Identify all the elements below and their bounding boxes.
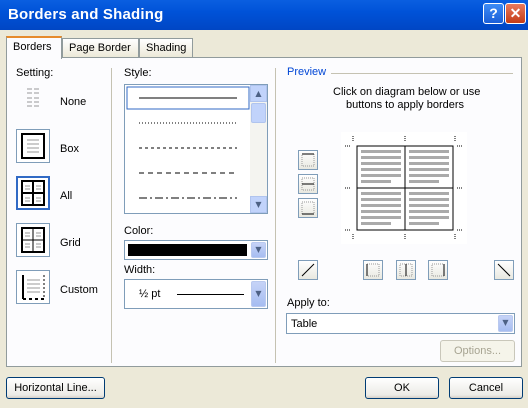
column-divider-right — [275, 68, 276, 363]
setting-none-option[interactable] — [16, 80, 50, 114]
border-bottom-icon — [301, 201, 315, 215]
preview-instruction-line2: buttons to apply borders — [346, 99, 465, 111]
color-swatch — [128, 244, 247, 256]
setting-custom-option[interactable] — [16, 270, 50, 304]
setting-label: Setting: — [16, 67, 54, 79]
chevron-up-icon: ▲ — [255, 89, 262, 98]
apply-to-value: Table — [291, 318, 318, 330]
close-button[interactable]: ✕ — [505, 3, 526, 24]
apply-to-dropdown[interactable]: Table ▼ — [286, 313, 515, 334]
cancel-button[interactable]: Cancel — [449, 377, 523, 399]
horizontal-line-button-label: Horizontal Line... — [14, 382, 97, 394]
column-divider-left — [111, 68, 112, 363]
setting-box-label: Box — [60, 143, 79, 155]
border-box-icon — [21, 133, 45, 159]
color-dropdown[interactable]: ▼ — [124, 240, 268, 260]
tab-page-border[interactable]: Page Border — [62, 38, 139, 57]
width-dropdown-button[interactable]: ▼ — [251, 281, 266, 307]
apply-to-dropdown-button[interactable]: ▼ — [498, 315, 513, 332]
border-inside-vertical-icon — [399, 263, 413, 277]
width-dropdown[interactable]: ½ pt ▼ — [124, 279, 268, 309]
window-title: Borders and Shading — [8, 6, 164, 23]
left-border-button[interactable] — [363, 260, 383, 280]
setting-grid-option[interactable] — [16, 223, 50, 257]
ok-button-label: OK — [394, 382, 410, 394]
border-inside-horizontal-icon — [301, 177, 315, 191]
scroll-thumb[interactable] — [251, 103, 266, 123]
border-none-icon — [27, 88, 39, 107]
top-border-button[interactable] — [298, 150, 318, 170]
style-listbox[interactable]: ▲ ▼ — [124, 84, 268, 214]
close-icon: ✕ — [509, 5, 522, 21]
border-grid-icon — [21, 227, 45, 253]
right-border-button[interactable] — [428, 260, 448, 280]
ok-button[interactable]: OK — [365, 377, 439, 399]
width-value: ½ pt — [139, 288, 161, 300]
tab-borders-label: Borders — [13, 41, 52, 53]
preview-table-diagram — [345, 136, 463, 240]
options-button[interactable]: Options... — [440, 340, 515, 362]
width-label: Width: — [124, 264, 156, 276]
diagonal-down-border-button[interactable] — [298, 260, 318, 280]
tab-shading[interactable]: Shading — [139, 38, 193, 57]
bottom-border-button[interactable] — [298, 198, 318, 218]
style-label: Style: — [124, 67, 152, 79]
border-top-icon — [301, 153, 315, 167]
diagonal-up-border-button[interactable] — [494, 260, 514, 280]
border-all-icon — [21, 180, 45, 206]
border-diagonal-down-icon — [497, 263, 511, 277]
scroll-up-button[interactable]: ▲ — [250, 85, 267, 102]
preview-rule — [331, 73, 513, 74]
setting-grid-label: Grid — [60, 237, 81, 249]
setting-none-label: None — [60, 96, 87, 108]
tab-shading-label: Shading — [146, 42, 187, 54]
help-button[interactable]: ? — [483, 3, 504, 24]
inside-vertical-border-button[interactable] — [396, 260, 416, 280]
line-style-samples — [126, 86, 250, 199]
inside-horizontal-border-button[interactable] — [298, 174, 318, 194]
color-label: Color: — [124, 225, 154, 237]
border-right-icon — [431, 263, 445, 277]
border-left-icon — [366, 263, 380, 277]
apply-to-label: Apply to: — [287, 297, 330, 309]
tab-borders[interactable]: Borders — [6, 36, 62, 59]
chevron-down-icon: ▼ — [502, 318, 509, 327]
border-custom-icon — [22, 275, 45, 300]
options-button-label: Options... — [453, 345, 502, 357]
width-sample-line — [177, 294, 244, 295]
tab-page-border-label: Page Border — [69, 42, 131, 54]
scroll-down-button[interactable]: ▼ — [250, 196, 267, 213]
help-icon: ? — [489, 5, 498, 21]
title-bar: Borders and Shading ? ✕ — [0, 0, 528, 30]
cancel-button-label: Cancel — [468, 382, 504, 394]
border-diagonal-up-icon — [301, 263, 315, 277]
chevron-down-icon: ▼ — [255, 245, 262, 254]
horizontal-line-button[interactable]: Horizontal Line... — [6, 377, 105, 399]
style-scrollbar[interactable]: ▲ ▼ — [250, 85, 267, 213]
setting-all-label: All — [60, 190, 73, 202]
chevron-down-icon: ▼ — [255, 289, 262, 298]
preview-instruction-line1: Click on diagram below or use — [333, 86, 481, 98]
preview-diagram[interactable] — [341, 132, 467, 244]
preview-label: Preview — [287, 66, 327, 78]
setting-custom-label: Custom — [60, 284, 98, 296]
color-dropdown-button[interactable]: ▼ — [251, 242, 266, 258]
setting-box-option[interactable] — [16, 129, 50, 163]
borders-panel: Setting: None Box All Grid Custom Style:… — [6, 57, 522, 367]
chevron-down-icon: ▼ — [255, 200, 262, 209]
setting-all-option[interactable] — [16, 176, 50, 210]
